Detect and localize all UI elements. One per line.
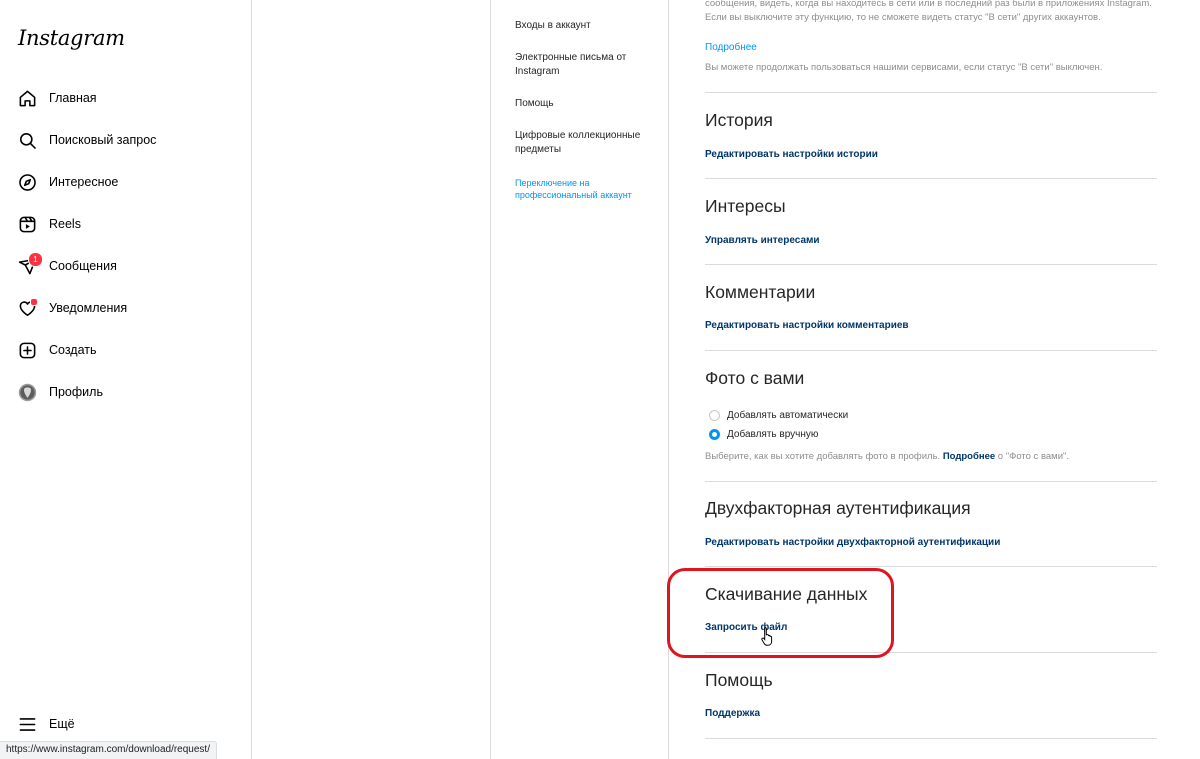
edit-comment-settings-link[interactable]: Редактировать настройки комментариев (705, 320, 909, 331)
radio-label-auto: Добавлять автоматически (727, 410, 849, 421)
photos-learn-more-link[interactable]: Подробнее (943, 451, 995, 462)
radio-circle-unselected (709, 410, 720, 421)
instagram-logo[interactable]: Instagram (18, 26, 125, 50)
avatar (17, 382, 37, 402)
nav-more[interactable]: Ещё (17, 712, 75, 736)
settings-item-emails[interactable]: Электронные письма от Instagram (515, 51, 655, 79)
settings-column-divider (490, 0, 491, 759)
nav-messages-label: Сообщения (49, 259, 117, 273)
support-link[interactable]: Поддержка (705, 708, 760, 719)
nav-explore-label: Интересное (49, 175, 119, 189)
compass-icon (17, 172, 37, 192)
radio-add-manually[interactable]: Добавлять вручную (709, 429, 818, 440)
nav-explore[interactable]: Интересное (17, 170, 118, 194)
left-navigation: Instagram Главная Поисковый запрос Интер… (0, 0, 252, 759)
settings-item-help[interactable]: Помощь (515, 97, 655, 111)
divider (705, 481, 1157, 482)
divider (705, 566, 1157, 567)
nav-reels-label: Reels (49, 217, 81, 231)
search-icon (17, 130, 37, 150)
manage-interests-link[interactable]: Управлять интересами (705, 235, 820, 246)
nav-search-label: Поисковый запрос (49, 133, 157, 147)
photos-of-you-note: Выберите, как вы хотите добавлять фото в… (705, 451, 1069, 462)
nav-notifications-label: Уведомления (49, 301, 128, 315)
nav-notifications[interactable]: Уведомления (17, 296, 127, 320)
settings-item-digital-collectibles[interactable]: Цифровые коллекционные предметы (515, 129, 655, 157)
reels-icon (17, 214, 37, 234)
nav-create-label: Создать (49, 343, 97, 357)
section-title-story: История (705, 110, 773, 130)
home-icon (17, 88, 37, 108)
activity-more-link[interactable]: Подробнее (705, 42, 757, 53)
notification-dot (30, 298, 38, 306)
divider (705, 264, 1157, 265)
nav-more-label: Ещё (49, 717, 75, 731)
highlight-annotation (667, 568, 894, 658)
messages-badge: 1 (28, 252, 43, 267)
browser-status-bar: https://www.instagram.com/download/reque… (0, 741, 217, 759)
settings-item-switch-professional[interactable]: Переключение на профессиональный аккаунт (515, 177, 655, 201)
section-title-help: Помощь (705, 670, 773, 690)
messages-icon: 1 (17, 252, 43, 276)
activity-status-note: Вы можете продолжать пользоваться нашими… (705, 62, 1103, 73)
nav-home[interactable]: Главная (17, 86, 97, 110)
nav-create[interactable]: Создать (17, 338, 97, 362)
activity-status-description: сообщения, видеть, когда вы находитесь в… (705, 0, 1152, 23)
nav-home-label: Главная (49, 91, 97, 105)
section-title-comments: Комментарии (705, 282, 816, 302)
nav-profile-label: Профиль (49, 385, 103, 399)
radio-circle-selected (709, 429, 720, 440)
nav-search[interactable]: Поисковый запрос (17, 128, 156, 152)
settings-item-login-activity[interactable]: Входы в аккаунт (515, 19, 655, 33)
nav-messages[interactable]: 1 Сообщения (17, 252, 117, 278)
divider (705, 350, 1157, 351)
edit-two-factor-link[interactable]: Редактировать настройки двухфакторной ау… (705, 537, 1000, 548)
photos-note-text: Выберите, как вы хотите добавлять фото в… (705, 451, 943, 462)
plus-square-icon (17, 340, 37, 360)
hand-cursor-icon (761, 626, 775, 651)
divider (705, 92, 1157, 93)
menu-icon (17, 714, 37, 734)
nav-reels[interactable]: Reels (17, 212, 81, 236)
heart-icon (17, 298, 38, 318)
radio-add-automatically[interactable]: Добавлять автоматически (709, 410, 848, 421)
photos-note-tail: о "Фото с вами". (995, 451, 1070, 462)
divider (705, 738, 1157, 739)
nav-profile[interactable]: Профиль (17, 380, 103, 404)
edit-story-settings-link[interactable]: Редактировать настройки истории (705, 149, 878, 160)
divider (705, 178, 1157, 179)
section-title-interests: Интересы (705, 196, 786, 216)
section-title-photos-of-you: Фото с вами (705, 368, 805, 388)
radio-label-manual: Добавлять вручную (727, 429, 819, 440)
section-title-two-factor: Двухфакторная аутентификация (705, 498, 971, 518)
